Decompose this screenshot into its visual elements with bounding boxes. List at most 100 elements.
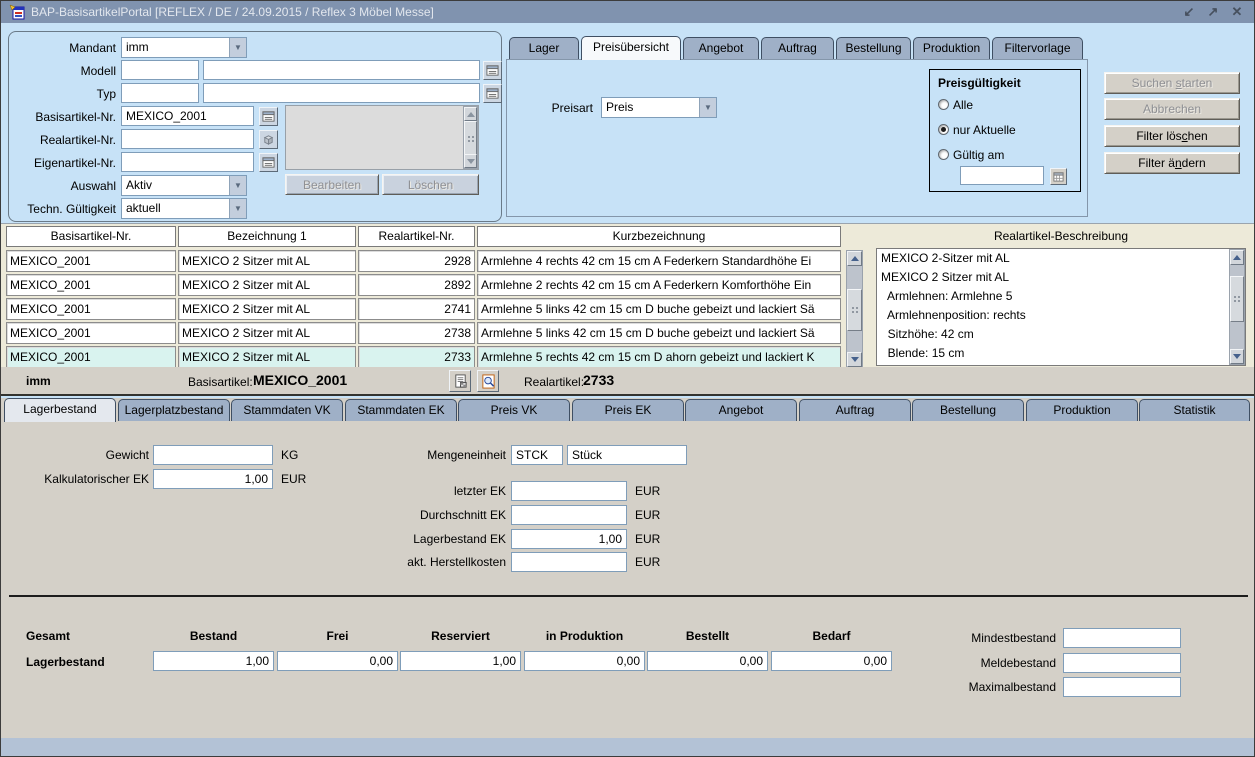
tab-preis-ek[interactable]: Preis EK: [572, 399, 684, 421]
table-row[interactable]: MEXICO_2001: [6, 298, 176, 320]
beschreibung-line: Blende: 15 cm: [881, 346, 965, 360]
table-cell[interactable]: Armlehne 4 rechts 42 cm 15 cm A Federker…: [477, 250, 841, 272]
scroll-down-icon[interactable]: [847, 352, 862, 367]
tab-angebot-detail[interactable]: Angebot: [685, 399, 797, 421]
filter-loeschen-button[interactable]: Filter löschen: [1104, 125, 1240, 147]
realartikel-beschreibung-box[interactable]: MEXICO 2-Sitzer mit AL MEXICO 2 Sitzer m…: [876, 248, 1246, 366]
tab-bestellung[interactable]: Bestellung: [836, 37, 911, 59]
table-cell[interactable]: 2892: [358, 274, 475, 296]
tab-auftrag[interactable]: Auftrag: [761, 37, 834, 59]
tab-lagerbestand[interactable]: Lagerbestand: [4, 398, 116, 422]
mindestbestand-input[interactable]: [1063, 628, 1181, 648]
herstellkosten-input[interactable]: [511, 552, 627, 572]
edit-document-icon[interactable]: [449, 370, 471, 392]
modell-lov-button[interactable]: [483, 61, 502, 80]
scrollbar-thumb[interactable]: [1230, 276, 1244, 322]
table-cell[interactable]: 2738: [358, 322, 475, 344]
reserviert-input[interactable]: [400, 651, 521, 671]
table-cell[interactable]: MEXICO 2 Sitzer mit AL: [178, 298, 356, 320]
listbox-scrollbar[interactable]: [463, 106, 478, 169]
tab-lager[interactable]: Lager: [509, 37, 579, 59]
bestellt-input[interactable]: [647, 651, 768, 671]
meldebestand-input[interactable]: [1063, 653, 1181, 673]
bedarf-input[interactable]: [771, 651, 892, 671]
maximalbestand-input[interactable]: [1063, 677, 1181, 697]
table-cell[interactable]: MEXICO 2 Sitzer mit AL: [178, 250, 356, 272]
letzter-ek-input[interactable]: [511, 481, 627, 501]
auswahl-select[interactable]: Aktiv ▼: [121, 175, 247, 196]
abbrechen-button[interactable]: Abbrechen: [1104, 98, 1240, 120]
realartikel-input[interactable]: [121, 129, 254, 149]
scroll-up-icon[interactable]: [1230, 250, 1244, 265]
tab-stammdaten-ek[interactable]: Stammdaten EK: [345, 399, 457, 421]
eigenartikel-input[interactable]: [121, 152, 254, 172]
mandant-select[interactable]: imm ▼: [121, 37, 247, 58]
scrollbar-thumb[interactable]: [847, 289, 862, 331]
preview-document-icon[interactable]: [477, 370, 499, 392]
table-row[interactable]: MEXICO_2001: [6, 322, 176, 344]
filter-aendern-button[interactable]: Filter ändern: [1104, 152, 1240, 174]
mengeneinheit-text-input[interactable]: [567, 445, 687, 465]
realartikel-package-button[interactable]: [259, 130, 278, 149]
in-produktion-input[interactable]: [524, 651, 645, 671]
modell-code-input[interactable]: [121, 60, 199, 80]
table-row[interactable]: MEXICO_2001: [6, 274, 176, 296]
suchen-starten-button[interactable]: Suchen starten: [1104, 72, 1240, 94]
basisartikel-input[interactable]: [121, 106, 254, 126]
table-cell[interactable]: 2741: [358, 298, 475, 320]
results-scrollbar[interactable]: [846, 250, 863, 368]
scroll-up-icon[interactable]: [847, 251, 862, 266]
table-cell[interactable]: Armlehne 2 rechts 42 cm 15 cm A Federker…: [477, 274, 841, 296]
tab-angebot[interactable]: Angebot: [683, 37, 759, 59]
table-cell[interactable]: 2733: [358, 346, 475, 368]
close-icon[interactable]: ✕: [1228, 4, 1246, 20]
table-cell[interactable]: MEXICO 2 Sitzer mit AL: [178, 274, 356, 296]
durchschnitt-ek-input[interactable]: [511, 505, 627, 525]
chevron-down-icon[interactable]: ▼: [229, 38, 246, 57]
table-cell[interactable]: Armlehne 5 links 42 cm 15 cm D buche geb…: [477, 298, 841, 320]
bearbeiten-button[interactable]: Bearbeiten: [285, 174, 379, 195]
tab-preisuebersicht[interactable]: Preisübersicht: [581, 36, 681, 60]
eigenartikel-lov-button[interactable]: [259, 153, 278, 172]
tab-produktion-detail[interactable]: Produktion: [1026, 399, 1138, 421]
modell-text-input[interactable]: [203, 60, 480, 80]
detail-realartikel-value: 2733: [583, 372, 615, 388]
tab-preis-vk[interactable]: Preis VK: [458, 399, 570, 421]
chevron-down-icon[interactable]: ▼: [229, 176, 246, 195]
bestand-input[interactable]: [153, 651, 274, 671]
table-cell[interactable]: MEXICO 2 Sitzer mit AL: [178, 346, 356, 368]
lagerbestand-ek-input[interactable]: [511, 529, 627, 549]
beschreibung-scrollbar[interactable]: [1229, 249, 1245, 365]
mengeneinheit-code-input[interactable]: [511, 445, 563, 465]
loeschen-button[interactable]: Löschen: [382, 174, 479, 195]
scrollbar-thumb[interactable]: [464, 121, 477, 156]
table-cell[interactable]: Armlehne 5 rechts 42 cm 15 cm D ahorn ge…: [477, 346, 841, 368]
scroll-down-icon[interactable]: [1230, 349, 1244, 364]
techn-gueltigkeit-select[interactable]: aktuell ▼: [121, 198, 247, 219]
scroll-down-icon[interactable]: [464, 154, 477, 168]
frei-input[interactable]: [277, 651, 398, 671]
scroll-up-icon[interactable]: [464, 107, 477, 121]
typ-lov-button[interactable]: [483, 84, 502, 103]
tab-statistik[interactable]: Statistik: [1139, 399, 1250, 421]
tab-filtervorlage[interactable]: Filtervorlage: [992, 37, 1083, 59]
basisartikel-list-box[interactable]: [285, 105, 479, 170]
typ-text-input[interactable]: [203, 83, 480, 103]
table-row-selected[interactable]: MEXICO_2001: [6, 346, 176, 368]
table-cell[interactable]: MEXICO 2 Sitzer mit AL: [178, 322, 356, 344]
tab-auftrag-detail[interactable]: Auftrag: [799, 399, 911, 421]
table-cell[interactable]: Armlehne 5 links 42 cm 15 cm D buche geb…: [477, 322, 841, 344]
basisartikel-lov-button[interactable]: [259, 107, 278, 126]
minimize-icon[interactable]: ↙: [1180, 4, 1198, 20]
kalk-ek-input[interactable]: [153, 469, 273, 489]
typ-code-input[interactable]: [121, 83, 199, 103]
tab-produktion[interactable]: Produktion: [913, 37, 990, 59]
gewicht-input[interactable]: [153, 445, 273, 465]
table-row[interactable]: MEXICO_2001: [6, 250, 176, 272]
restore-icon[interactable]: ↗: [1204, 4, 1222, 20]
chevron-down-icon[interactable]: ▼: [229, 199, 246, 218]
tab-bestellung-detail[interactable]: Bestellung: [912, 399, 1024, 421]
table-cell[interactable]: 2928: [358, 250, 475, 272]
tab-lagerplatzbestand[interactable]: Lagerplatzbestand: [118, 399, 230, 421]
tab-stammdaten-vk[interactable]: Stammdaten VK: [231, 399, 343, 421]
